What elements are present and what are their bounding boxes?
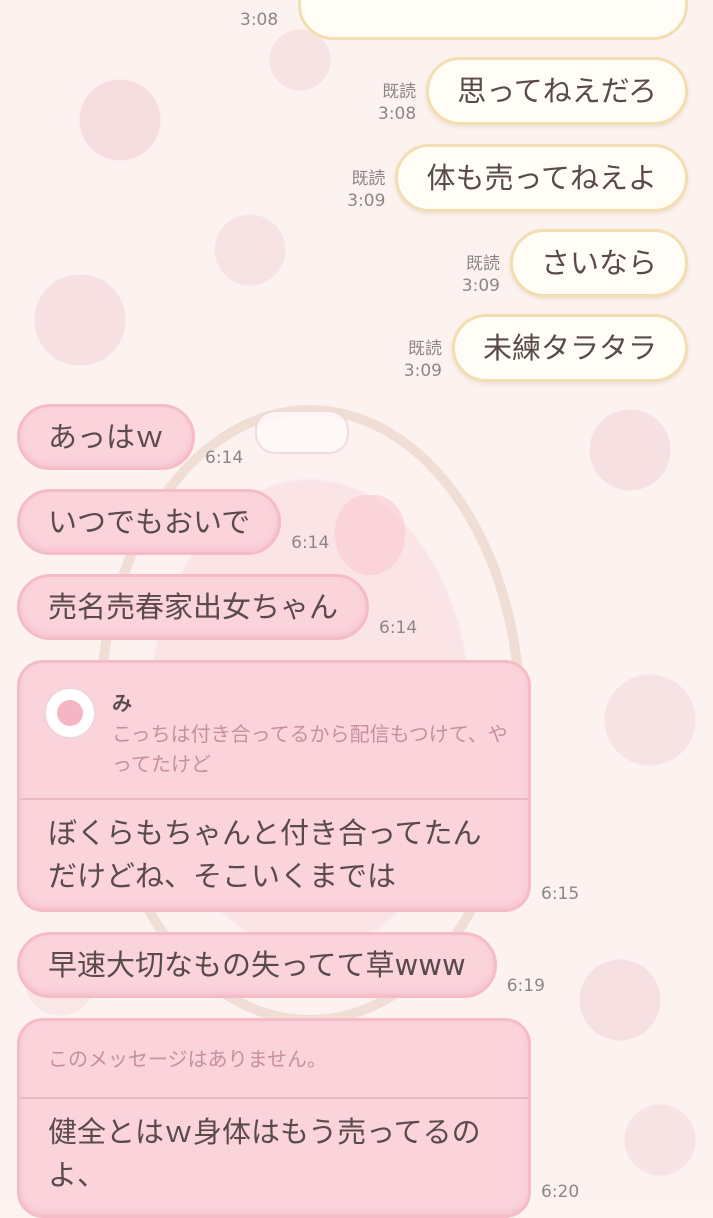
read-status: 既読 bbox=[351, 169, 386, 189]
quoted-message-text: こっちは付き合ってるから配信もつけて、やってたけど bbox=[112, 722, 508, 776]
quoted-message[interactable]: み こっちは付き合ってるから配信もつけて、やってたけど bbox=[20, 663, 528, 800]
quoted-sender-name: み bbox=[112, 691, 132, 715]
outgoing-message: 既読 3:09 さいなら bbox=[462, 229, 688, 297]
message-time: 3:08 bbox=[378, 104, 417, 124]
message-line: よ、 bbox=[48, 1158, 107, 1192]
reply-message-bubble[interactable]: このメッセージはありません。 健全とはｗ身体はもう売ってるの よ、 bbox=[17, 1018, 531, 1218]
message-text: ぼくらもちゃんと付き合ってたん だけどね、そこいくまでは bbox=[20, 800, 528, 898]
incoming-message: 売名売春家出女ちゃん 6:14 bbox=[17, 574, 417, 640]
message-time: 3:09 bbox=[461, 276, 500, 296]
outgoing-message: 既読 3:09 体も売ってねえよ bbox=[347, 144, 688, 212]
read-status: 既読 bbox=[465, 254, 500, 274]
message-time: 6:14 bbox=[291, 533, 330, 553]
deleted-message-notice: このメッセージはありません。 bbox=[20, 1021, 528, 1099]
message-bubble-partial[interactable] bbox=[298, 0, 688, 40]
message-time: 6:14 bbox=[379, 618, 418, 638]
message-bubble[interactable]: いつでもおいで bbox=[17, 489, 282, 555]
message-bubble[interactable]: あっはｗ bbox=[17, 404, 196, 470]
message-bubble[interactable]: 売名売春家出女ちゃん bbox=[17, 574, 370, 640]
message-line: ぼくらもちゃんと付き合ってたん bbox=[48, 816, 482, 850]
message-meta: 既読 3:08 bbox=[378, 81, 416, 125]
decorative-bow bbox=[255, 410, 349, 454]
outgoing-message: 既読 3:09 未練タラタラ bbox=[404, 314, 688, 382]
incoming-message: あっはｗ 6:14 bbox=[17, 404, 243, 470]
read-status: 既読 bbox=[407, 339, 442, 359]
message-line: だけどね、そこいくまでは bbox=[48, 859, 397, 893]
message-time: 6:20 bbox=[541, 1182, 580, 1202]
message-meta: 既読 3:09 bbox=[462, 253, 500, 297]
incoming-message: 早速大切なもの失ってて草www 6:19 bbox=[17, 932, 545, 998]
message-bubble[interactable]: さいなら bbox=[509, 229, 688, 297]
message-bubble[interactable]: 未練タラタラ bbox=[451, 314, 688, 382]
outgoing-message: 既読 3:08 思ってねえだろ bbox=[378, 57, 688, 125]
message-bubble[interactable]: 思ってねえだろ bbox=[426, 57, 688, 125]
message-bubble[interactable]: 早速大切なもの失ってて草www bbox=[17, 932, 497, 998]
message-time: 3:09 bbox=[347, 191, 386, 211]
decorative-strawberry bbox=[335, 495, 405, 575]
read-status: 既読 bbox=[382, 82, 417, 102]
message-time: 6:14 bbox=[205, 448, 244, 468]
incoming-message: いつでもおいで 6:14 bbox=[17, 489, 329, 555]
message-time: 3:08 bbox=[240, 10, 279, 30]
message-time: 3:09 bbox=[403, 361, 442, 381]
message-meta: 既読 3:09 bbox=[404, 338, 442, 382]
message-meta: 既読 3:09 bbox=[347, 168, 385, 212]
reply-message-bubble[interactable]: み こっちは付き合ってるから配信もつけて、やってたけど ぼくらもちゃんと付き合っ… bbox=[17, 660, 531, 912]
message-time: 6:19 bbox=[506, 976, 545, 996]
message-line: 健全とはｗ身体はもう売ってるの bbox=[48, 1115, 481, 1149]
avatar bbox=[44, 687, 96, 739]
message-time: 6:15 bbox=[541, 884, 580, 904]
message-text: 健全とはｗ身体はもう売ってるの よ、 bbox=[20, 1099, 528, 1197]
message-bubble[interactable]: 体も売ってねえよ bbox=[395, 144, 688, 212]
